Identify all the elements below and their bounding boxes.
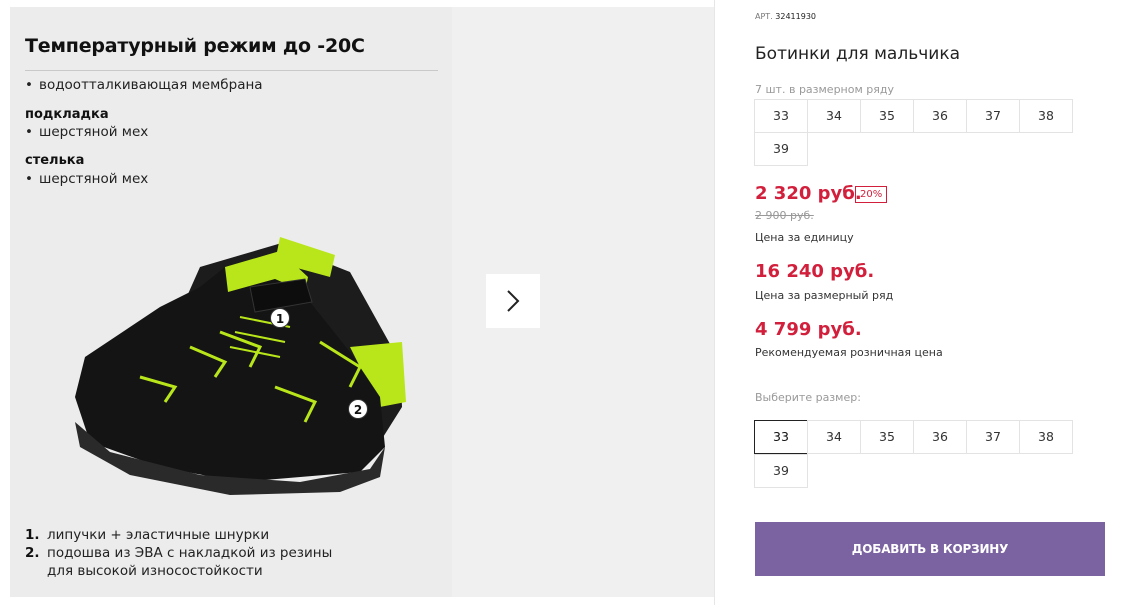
chevron-right-icon bbox=[507, 290, 520, 312]
note-item-2: 2. подошва из ЭВА с накладкой из резины bbox=[25, 545, 332, 561]
row-size-33: 33 bbox=[754, 99, 808, 133]
row-size-36: 36 bbox=[913, 99, 967, 133]
feature-insole-text: шерстяной мех bbox=[39, 171, 149, 187]
note-number: 2. bbox=[25, 545, 40, 561]
note-number: 1. bbox=[25, 527, 40, 543]
product-image: 1 2 bbox=[50, 207, 430, 507]
panel-divider bbox=[714, 0, 715, 605]
insole-heading: стелька bbox=[25, 153, 85, 168]
size-option-39[interactable]: 39 bbox=[754, 454, 808, 488]
add-to-cart-button[interactable]: ДОБАВИТЬ В КОРЗИНУ bbox=[755, 522, 1105, 576]
old-price: 2 900 руб. bbox=[755, 209, 814, 222]
feature-lining-text: шерстяной мех bbox=[39, 124, 149, 140]
image-marker-2: 2 bbox=[348, 399, 368, 419]
image-marker-1: 1 bbox=[270, 308, 290, 328]
size-option-36[interactable]: 36 bbox=[913, 420, 967, 454]
row-price-caption: Цена за размерный ряд bbox=[755, 289, 894, 302]
feature-lining: • шерстяной мех bbox=[25, 124, 148, 140]
choose-size-label: Выберите размер: bbox=[755, 391, 861, 404]
unit-price-caption: Цена за единицу bbox=[755, 231, 854, 244]
size-option-33[interactable]: 33 bbox=[754, 420, 808, 454]
bullet-icon: • bbox=[25, 77, 33, 93]
article-line: АРТ. 32411930 bbox=[755, 12, 816, 21]
row-size-38: 38 bbox=[1019, 99, 1073, 133]
bullet-icon: • bbox=[25, 171, 33, 187]
note-text: подошва из ЭВА с накладкой из резины bbox=[47, 545, 333, 561]
gallery-next-button[interactable] bbox=[486, 274, 540, 328]
lining-heading: подкладка bbox=[25, 107, 109, 122]
article-label: АРТ. bbox=[755, 12, 773, 21]
temperature-title: Температурный режим до -20С bbox=[25, 35, 365, 57]
article-number: 32411930 bbox=[775, 12, 816, 21]
size-row-count: 7 шт. в размерном ряду bbox=[755, 83, 894, 96]
note-text: липучки + эластичные шнурки bbox=[47, 527, 270, 543]
row-size-35: 35 bbox=[860, 99, 914, 133]
product-title: Ботинки для мальчика bbox=[755, 44, 961, 64]
feature-membrane: • водоотталкивающая мембрана bbox=[25, 77, 263, 93]
row-size-39: 39 bbox=[754, 132, 808, 166]
row-price: 16 240 руб. bbox=[755, 261, 875, 282]
boot-illustration bbox=[75, 237, 406, 495]
retail-price-caption: Рекомендуемая розничная цена bbox=[755, 346, 943, 359]
size-option-38[interactable]: 38 bbox=[1019, 420, 1073, 454]
bullet-icon: • bbox=[25, 124, 33, 140]
row-size-34: 34 bbox=[807, 99, 861, 133]
feature-insole: • шерстяной мех bbox=[25, 171, 148, 187]
discount-badge: 20% bbox=[855, 186, 888, 203]
note-item-2-continued: для высокой износостойкости bbox=[25, 563, 263, 579]
current-price: 2 320 руб. bbox=[755, 183, 862, 204]
title-divider bbox=[25, 70, 438, 71]
feature-membrane-text: водоотталкивающая мембрана bbox=[39, 77, 263, 93]
product-feature-panel: Температурный режим до -20С • водоотталки… bbox=[10, 7, 452, 597]
size-option-35[interactable]: 35 bbox=[860, 420, 914, 454]
note-item-1: 1. липучки + эластичные шнурки bbox=[25, 527, 269, 543]
note-text: для высокой износостойкости bbox=[47, 563, 263, 579]
retail-price: 4 799 руб. bbox=[755, 319, 862, 340]
row-size-37: 37 bbox=[966, 99, 1020, 133]
size-option-37[interactable]: 37 bbox=[966, 420, 1020, 454]
size-option-34[interactable]: 34 bbox=[807, 420, 861, 454]
